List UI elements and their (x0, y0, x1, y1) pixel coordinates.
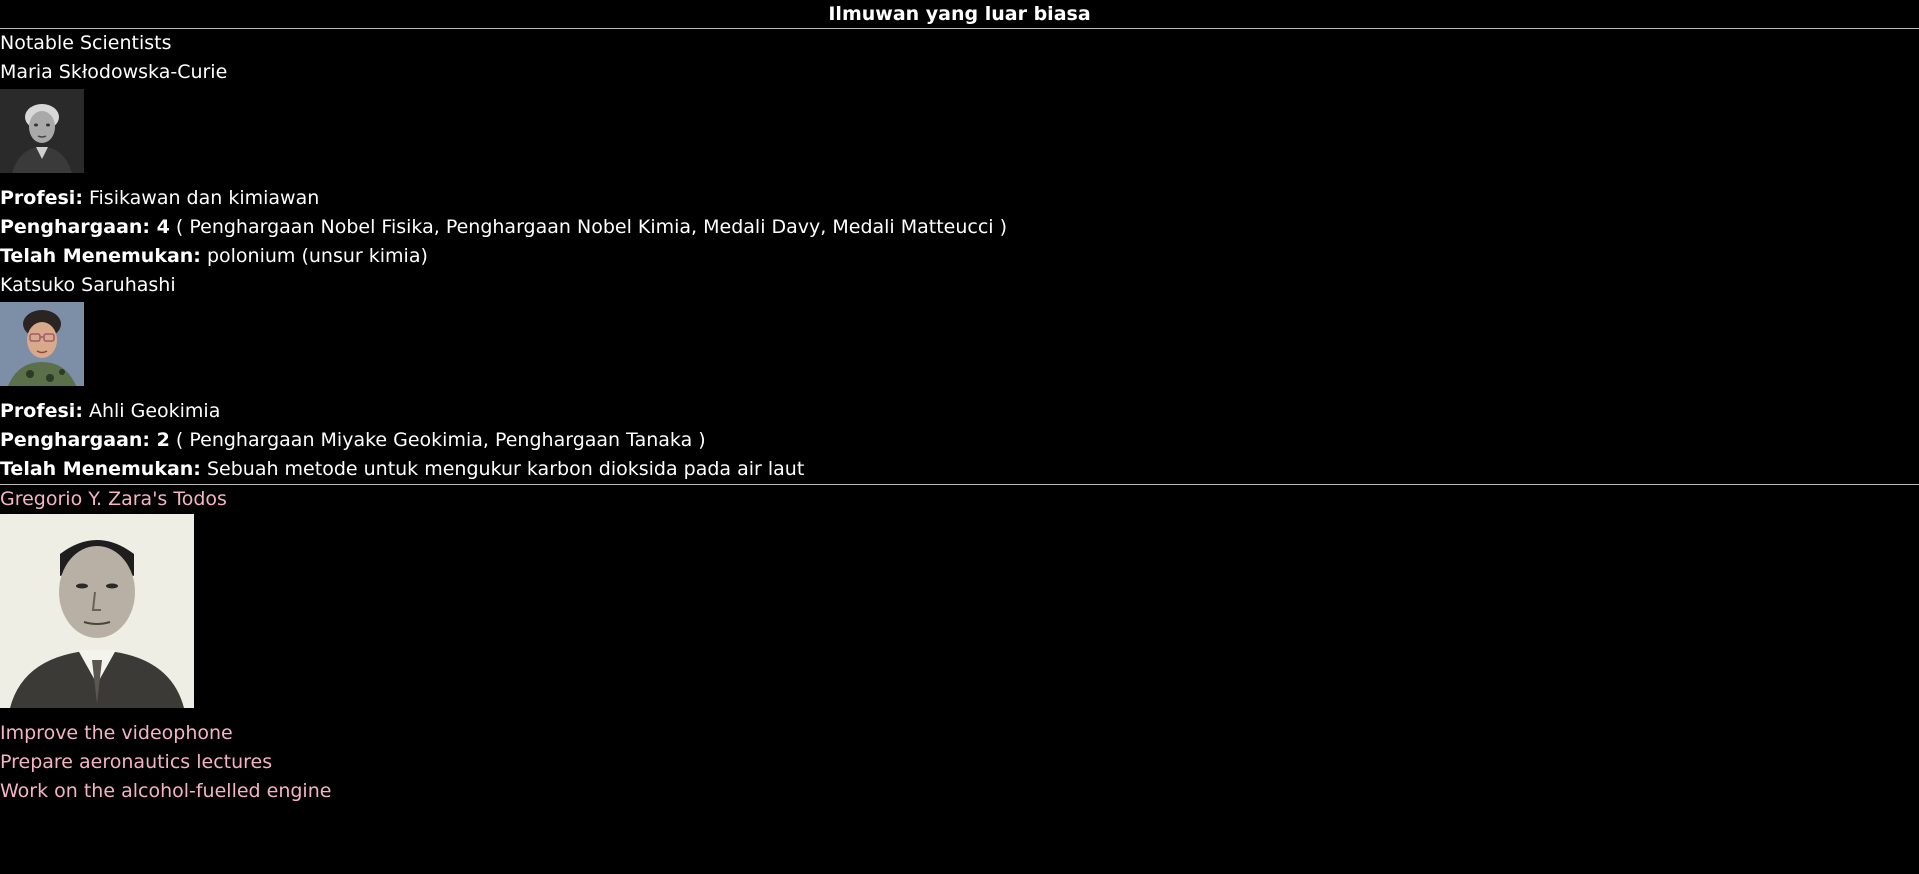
section-title: Notable Scientists (0, 32, 172, 54)
inventor-photo (0, 514, 194, 708)
discovered-label: Telah Menemukan: (0, 245, 201, 267)
discovered-value: Sebuah metode untuk mengukur karbon diok… (206, 458, 805, 480)
profession-value: Ahli Geokimia (88, 400, 221, 422)
page-title: Ilmuwan yang luar biasa (828, 3, 1091, 25)
page-header: Ilmuwan yang luar biasa (0, 0, 1919, 29)
profession-row: Profesi: Fisikawan dan kimiawan (0, 184, 1919, 213)
discovered-value: polonium (unsur kimia) (206, 245, 428, 267)
todo-item: Prepare aeronautics lectures (0, 751, 273, 773)
awards-value: ( Penghargaan Miyake Geokimia, Pengharga… (175, 429, 706, 451)
awards-row: Penghargaan: 2 ( Penghargaan Miyake Geok… (0, 426, 1919, 455)
profession-value: Fisikawan dan kimiawan (88, 187, 320, 209)
scientist-name: Katsuko Saruhashi (0, 274, 176, 296)
scientists-section: Notable Scientists Maria Skłodowska-Curi… (0, 29, 1919, 484)
awards-value: ( Penghargaan Nobel Fisika, Penghargaan … (175, 216, 1008, 238)
scientist-photo (0, 302, 84, 386)
scientist-card: Katsuko Saruhashi Profesi: Ahli Geokimia… (0, 271, 1919, 484)
todo-item: Work on the alcohol-fuelled engine (0, 780, 332, 802)
scientist-name: Maria Skłodowska-Curie (0, 61, 228, 83)
discovered-row: Telah Menemukan: Sebuah metode untuk men… (0, 455, 1919, 484)
awards-label: Penghargaan: 4 (0, 216, 170, 238)
discovered-label: Telah Menemukan: (0, 458, 201, 480)
todos-title: Gregorio Y. Zara's Todos (0, 488, 227, 510)
profession-label: Profesi: (0, 187, 83, 209)
discovered-row: Telah Menemukan: polonium (unsur kimia) (0, 242, 1919, 271)
todos-section: Gregorio Y. Zara's Todos Improve the vid… (0, 485, 1919, 806)
scientist-card: Maria Skłodowska-Curie Profesi: Fisikawa… (0, 58, 1919, 271)
awards-label: Penghargaan: 2 (0, 429, 170, 451)
scientist-photo (0, 89, 84, 173)
profession-row: Profesi: Ahli Geokimia (0, 397, 1919, 426)
profession-label: Profesi: (0, 400, 83, 422)
awards-row: Penghargaan: 4 ( Penghargaan Nobel Fisik… (0, 213, 1919, 242)
todo-item: Improve the videophone (0, 722, 233, 744)
